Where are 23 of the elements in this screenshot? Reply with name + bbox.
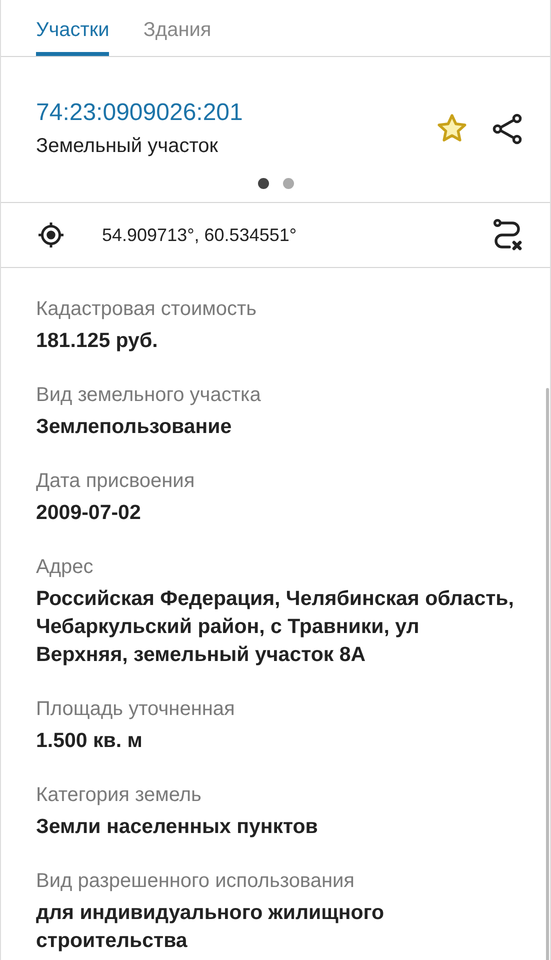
field-value: Земли населенных пунктов (36, 814, 319, 840)
coordinates: 54.909713°, 60.534551° (102, 224, 298, 246)
field-label: Кадастровая стоимость (36, 298, 258, 321)
field-label: Категория земель (36, 784, 202, 807)
field-value: 1.500 кв. м (36, 728, 144, 754)
field-label: Адрес (36, 556, 94, 579)
page-dot[interactable] (282, 178, 294, 189)
page-dot[interactable] (258, 178, 268, 189)
scrollbar[interactable] (546, 388, 549, 960)
tab[interactable]: Здания (143, 0, 212, 56)
field-label: Вид разрешенного использования (36, 870, 356, 893)
field-label: Площадь уточненная (36, 698, 236, 721)
field-value: 2009-07-02 (36, 500, 142, 526)
cadastral-number[interactable]: 74:23:0909026:201 (36, 99, 414, 127)
locate-icon[interactable] (36, 220, 66, 250)
field-label: Вид земельного участка (36, 384, 262, 407)
field-value: для индивидуального жилищного строительства (36, 900, 386, 954)
field-label: Дата присвоения (36, 470, 196, 493)
parcel-type: Земельный участок (36, 135, 220, 158)
field-value: Землепользование (36, 414, 233, 440)
field-value: Российская Федерация, Челябинская область, Чебаркульский район, с Травники, ул Верхняя, земельный участок 8А (36, 586, 515, 668)
tab[interactable]: Участки (36, 0, 110, 56)
field-value: 181.125 руб. (36, 328, 159, 354)
